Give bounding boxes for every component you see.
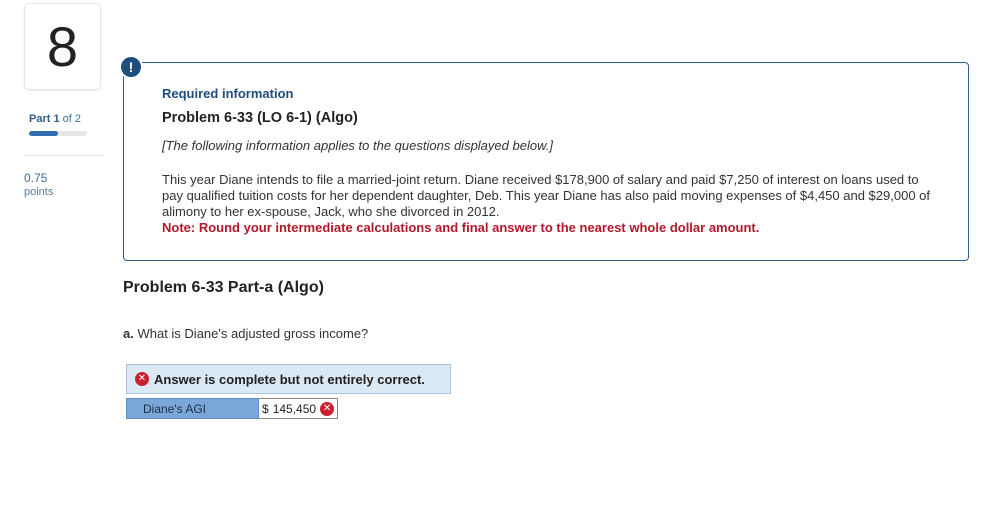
- required-info-heading: Required information: [162, 86, 294, 101]
- error-x-icon: ✕: [135, 372, 149, 386]
- part-a-question: a. What is Diane's adjusted gross income…: [123, 326, 368, 341]
- question-number: 8: [24, 3, 101, 90]
- page: 8 Part 1 of 2 0.75 points ! Required inf…: [0, 0, 1002, 518]
- answer-status-text: Answer is complete but not entirely corr…: [154, 371, 425, 387]
- answer-input[interactable]: $ 145,450 ✕: [259, 398, 338, 419]
- answer-row-label: Diane's AGI: [126, 398, 259, 419]
- question-text: What is Diane's adjusted gross income?: [137, 326, 369, 341]
- problem-title: Problem 6-33 (LO 6-1) (Algo): [162, 110, 358, 126]
- part-a-title: Problem 6-33 Part-a (Algo): [123, 279, 324, 296]
- alert-icon: !: [119, 55, 143, 79]
- rounding-note: Note: Round your intermediate calculatio…: [162, 220, 760, 235]
- part-total: of 2: [62, 113, 82, 125]
- points-value: 0.75: [24, 171, 48, 185]
- part-progress-fill: [29, 131, 58, 136]
- part-progress-bar: [29, 131, 87, 136]
- part-prefix: Part: [29, 113, 51, 125]
- answer-status-banner: ✕ Answer is complete but not entirely co…: [126, 364, 451, 394]
- answer-value: 145,450: [272, 401, 317, 416]
- applies-note: [The following information applies to th…: [162, 138, 553, 153]
- rail-divider: [24, 155, 104, 156]
- incorrect-x-icon: ✕: [320, 401, 335, 416]
- problem-body: This year Diane intends to file a marrie…: [162, 172, 931, 219]
- part-current: 1: [53, 113, 60, 125]
- points-label: points: [24, 186, 54, 198]
- currency-symbol: $: [262, 401, 269, 416]
- part-indicator: Part 1 of 2: [29, 113, 81, 125]
- question-prefix: a.: [123, 326, 134, 341]
- answer-row: Diane's AGI $ 145,450 ✕: [126, 398, 338, 419]
